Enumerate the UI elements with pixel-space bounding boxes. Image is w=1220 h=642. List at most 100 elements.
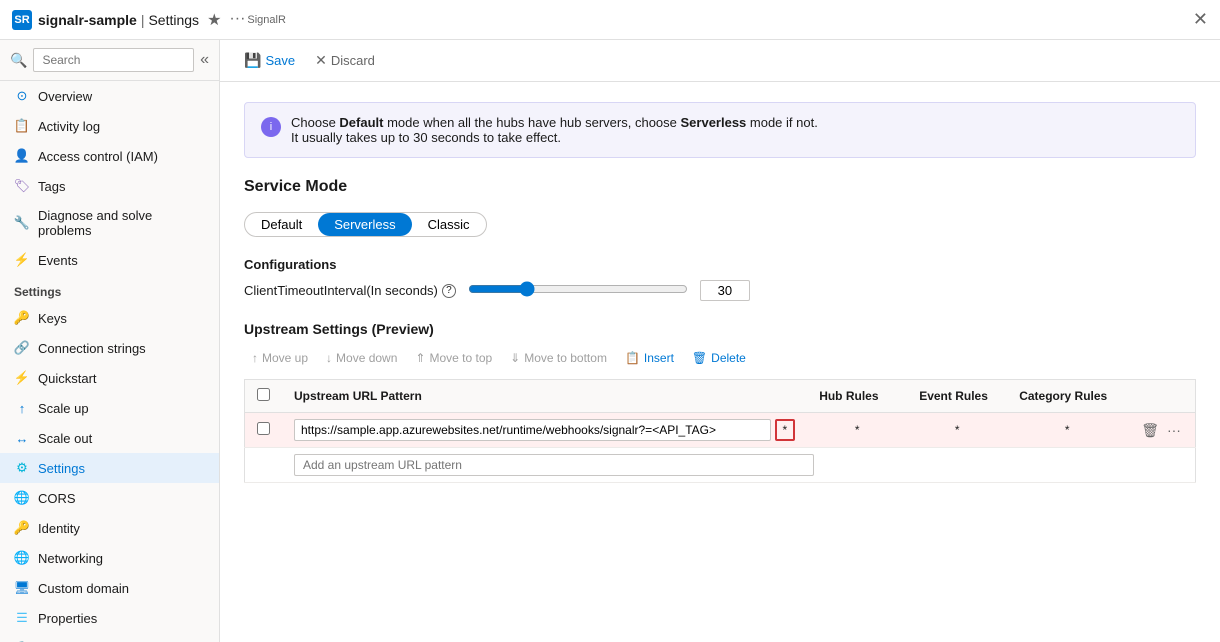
sidebar-item-label: Tags [38,179,65,194]
sidebar-scroll: ⊙ Overview 📋 Activity log 👤 Access contr… [0,81,219,642]
sidebar-item-connection-strings[interactable]: 🔗 Connection strings [0,333,219,363]
collapse-sidebar-icon[interactable]: « [200,51,209,69]
move-up-button[interactable]: ↑ Move up [244,347,316,369]
row-checkbox[interactable] [257,422,270,435]
sidebar-item-locks[interactable]: 🔒 Locks [0,633,219,642]
slider-wrap [468,281,688,300]
sidebar-item-keys[interactable]: 🔑 Keys [0,303,219,333]
row-checkbox-cell [245,413,283,448]
sidebar-item-label: Properties [38,611,97,626]
quickstart-icon: ⚡ [14,370,30,386]
tab-classic[interactable]: Classic [412,213,486,236]
tab-serverless[interactable]: Serverless [318,213,411,236]
keys-icon: 🔑 [14,310,30,326]
slider-row: ClientTimeoutInterval(In seconds) ? 30 [244,280,1196,301]
info-circle-icon: ? [442,284,456,298]
save-icon: 💾 [244,52,261,69]
close-icon[interactable]: ✕ [1193,9,1208,30]
more-icon[interactable]: ··· [229,10,245,30]
sidebar-item-identity[interactable]: 🔑 Identity [0,513,219,543]
insert-icon: 📋 [625,351,640,365]
row-delete-button[interactable]: 🗑 [1139,420,1161,441]
sidebar-item-scale-up[interactable]: ↑ Scale up [0,393,219,423]
add-pattern-input[interactable] [294,454,814,476]
timeout-slider[interactable] [468,281,688,297]
sidebar-item-scale-out[interactable]: ↔ Scale out [0,423,219,453]
service-mode-tabs: Default Serverless Classic [244,212,487,237]
sidebar-item-label: Keys [38,311,67,326]
identity-icon: 🔑 [14,520,30,536]
move-to-top-button[interactable]: ⇑ Move to top [407,347,500,369]
sidebar-item-iam[interactable]: 👤 Access control (IAM) [0,141,219,171]
search-icon: 🔍 [10,52,27,69]
row-more-button[interactable]: ··· [1165,420,1183,440]
favorite-icon[interactable]: ★ [207,10,221,30]
move-to-bottom-button[interactable]: ⇓ Move to bottom [502,347,615,369]
sidebar-item-label: CORS [38,491,76,506]
tab-default[interactable]: Default [245,213,318,236]
sidebar-item-cors[interactable]: 🌐 CORS [0,483,219,513]
events-icon: ⚡ [14,252,30,268]
info-icon: i [261,117,281,137]
select-all-checkbox[interactable] [257,388,270,401]
col-category-rules: Category Rules [1007,380,1127,413]
category-rules-cell: * [1007,413,1127,448]
col-event-rules: Event Rules [907,380,1007,413]
app-icon: SR [12,10,32,30]
upstream-section: Upstream Settings (Preview) ↑ Move up ↓ … [244,321,1196,483]
sidebar-item-custom-domain[interactable]: 🖥 Custom domain [0,573,219,603]
hub-rules-cell: * [807,413,907,448]
diagnose-icon: 🔧 [14,215,30,231]
discard-button[interactable]: ✕ Discard [307,48,383,73]
customdomain-icon: 🖥 [14,580,30,596]
delete-button[interactable]: 🗑 Delete [684,347,754,369]
sidebar-item-networking[interactable]: 🌐 Networking [0,543,219,573]
title-bar-actions: ★ ··· [207,10,245,30]
col-actions [1127,380,1195,413]
discard-label: Discard [331,53,375,68]
service-mode-title: Service Mode [244,178,1196,196]
settings-icon: ⚙ [14,460,30,476]
content-body: i Choose Default mode when all the hubs … [220,82,1220,642]
row-url-cell: * [282,413,807,448]
sidebar-item-events[interactable]: ⚡ Events [0,245,219,275]
sidebar-item-label: Activity log [38,119,100,134]
sidebar-item-overview[interactable]: ⊙ Overview [0,81,219,111]
content-toolbar: 💾 Save ✕ Discard [220,40,1220,82]
networking-icon: 🌐 [14,550,30,566]
sidebar-item-diagnose[interactable]: 🔧 Diagnose and solve problems [0,201,219,245]
upstream-title: Upstream Settings (Preview) [244,321,1196,337]
move-down-button[interactable]: ↓ Move down [318,347,405,369]
sidebar-item-label: Diagnose and solve problems [38,208,207,238]
url-input[interactable] [294,419,771,441]
col-checkbox [245,380,283,413]
sidebar-item-activity-log[interactable]: 📋 Activity log [0,111,219,141]
app-subtext: SignalR [247,14,286,26]
col-url-pattern: Upstream URL Pattern [282,380,807,413]
sidebar-item-label: Scale up [38,401,89,416]
activity-icon: 📋 [14,118,30,134]
row-action-cell: 🗑 ··· [1127,413,1195,448]
page-title: Settings [148,12,199,28]
save-button[interactable]: 💾 Save [236,48,303,73]
sidebar-item-label: Settings [38,461,85,476]
move-to-bottom-icon: ⇓ [510,351,520,365]
slider-value-input[interactable]: 30 [700,280,750,301]
sidebar-item-quickstart[interactable]: ⚡ Quickstart [0,363,219,393]
sidebar: 🔍 « ⊙ Overview 📋 Activity log 👤 Access c… [0,40,220,642]
sidebar-item-properties[interactable]: ☰ Properties [0,603,219,633]
cors-icon: 🌐 [14,490,30,506]
sidebar-item-settings[interactable]: ⚙ Settings [0,453,219,483]
event-rules-cell: * [907,413,1007,448]
table-row: * * * * 🗑 ··· [245,413,1196,448]
move-up-icon: ↑ [252,351,258,365]
insert-button[interactable]: 📋 Insert [617,347,682,369]
search-input[interactable] [33,48,194,72]
sidebar-item-label: Access control (IAM) [38,149,158,164]
search-bar: 🔍 « [0,40,219,81]
sidebar-item-tags[interactable]: 🏷 Tags [0,171,219,201]
config-label: Configurations [244,257,1196,272]
url-action-button[interactable]: * [775,419,796,441]
move-down-icon: ↓ [326,351,332,365]
info-banner: i Choose Default mode when all the hubs … [244,102,1196,158]
